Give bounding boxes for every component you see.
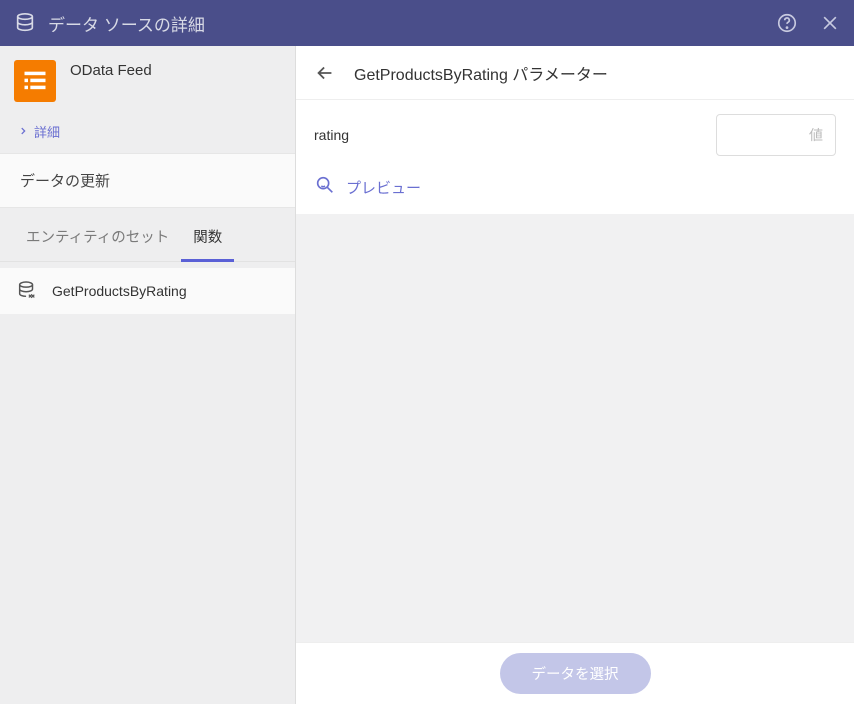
main-panel: GetProductsByRating パラメーター rating プレビュー …	[296, 46, 854, 704]
datasource-name: OData Feed	[70, 62, 152, 79]
sidebar-tabs: エンティティのセット 関数	[0, 208, 295, 262]
parameter-name: rating	[314, 127, 349, 143]
help-icon[interactable]	[776, 12, 798, 34]
titlebar-title: データ ソースの詳細	[48, 11, 776, 36]
parameter-value-input[interactable]	[716, 114, 836, 156]
function-item-label: GetProductsByRating	[52, 283, 187, 299]
main-body	[296, 214, 854, 642]
close-icon[interactable]	[820, 13, 840, 33]
details-link-label: 詳細	[34, 122, 60, 141]
datasource-header: OData Feed	[0, 46, 295, 112]
main-header: GetProductsByRating パラメーター	[296, 46, 854, 100]
select-data-button[interactable]: データを選択	[500, 653, 651, 694]
sidebar: OData Feed 詳細 データの更新 エンティティのセット 関数	[0, 46, 296, 704]
preview-icon	[314, 174, 336, 200]
details-link[interactable]: 詳細	[0, 112, 295, 153]
back-button[interactable]	[314, 62, 336, 84]
parameter-row: rating	[296, 100, 854, 166]
main-title: GetProductsByRating パラメーター	[354, 61, 608, 85]
refresh-data-button[interactable]: データの更新	[0, 153, 295, 208]
function-item[interactable]: GetProductsByRating	[0, 268, 295, 314]
preview-label: プレビュー	[346, 177, 421, 198]
tab-functions[interactable]: 関数	[181, 208, 234, 261]
database-icon	[14, 12, 36, 34]
function-database-icon	[16, 280, 38, 302]
odata-feed-icon	[14, 60, 56, 102]
preview-button[interactable]: プレビュー	[296, 166, 854, 214]
refresh-label: データの更新	[20, 173, 110, 190]
function-list: GetProductsByRating	[0, 262, 295, 314]
chevron-right-icon	[18, 124, 28, 139]
main-footer: データを選択	[296, 642, 854, 704]
tab-entity-set[interactable]: エンティティのセット	[14, 208, 181, 261]
titlebar: データ ソースの詳細	[0, 0, 854, 46]
